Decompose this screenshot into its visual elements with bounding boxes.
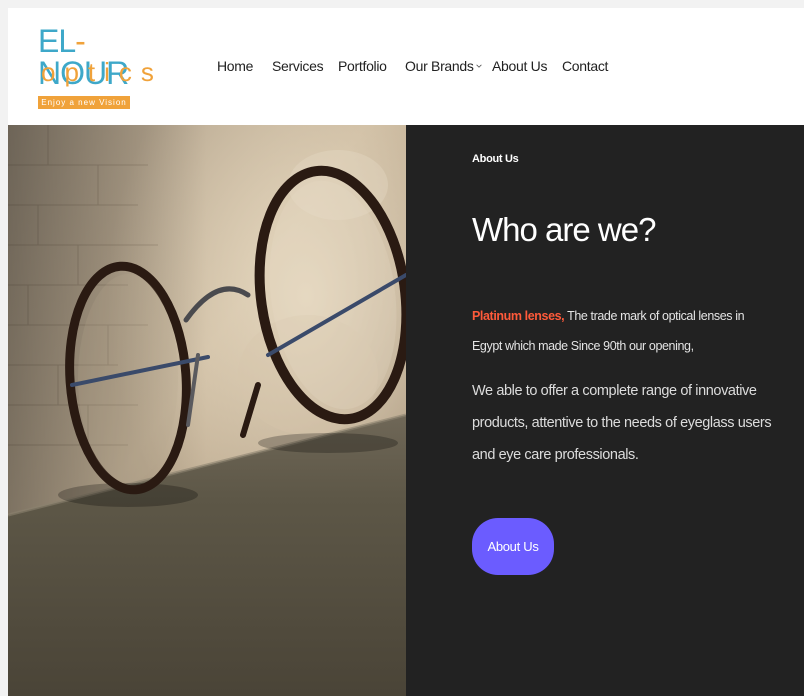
nav-item-about-us[interactable]: About Us <box>492 58 547 74</box>
logo-tagline: Enjoy a new Vision <box>38 96 130 109</box>
eyeglasses-photo <box>8 125 406 696</box>
section-heading: Who are we? <box>472 211 656 248</box>
about-us-button[interactable]: About Us <box>472 518 554 575</box>
intro-paragraph: Platinum lenses, The trade mark of optic… <box>472 301 762 361</box>
chevron-down-icon <box>475 64 482 68</box>
logo-subword: optics <box>41 57 163 87</box>
eyeglasses-photo-graphic <box>8 125 406 696</box>
description-paragraph: We able to offer a complete range of inn… <box>472 383 772 463</box>
nav-item-our-brands[interactable]: Our Brands <box>405 58 482 74</box>
about-section: About Us Who are we? Platinum lenses, Th… <box>406 125 804 696</box>
site-logo[interactable]: EL-NOUR optics Enjoy a new Vision <box>38 23 154 113</box>
highlight-text: Platinum lenses, <box>472 309 565 323</box>
site-header: EL-NOUR optics Enjoy a new Vision Home S… <box>8 8 804 125</box>
nav-item-services[interactable]: Services <box>272 58 324 74</box>
nav-item-our-brands-label: Our Brands <box>405 58 474 74</box>
section-eyebrow: About Us <box>472 153 519 165</box>
page: EL-NOUR optics Enjoy a new Vision Home S… <box>8 8 804 696</box>
nav-item-portfolio[interactable]: Portfolio <box>338 58 387 74</box>
nav-item-home[interactable]: Home <box>217 58 253 74</box>
nav-item-contact[interactable]: Contact <box>562 58 608 74</box>
